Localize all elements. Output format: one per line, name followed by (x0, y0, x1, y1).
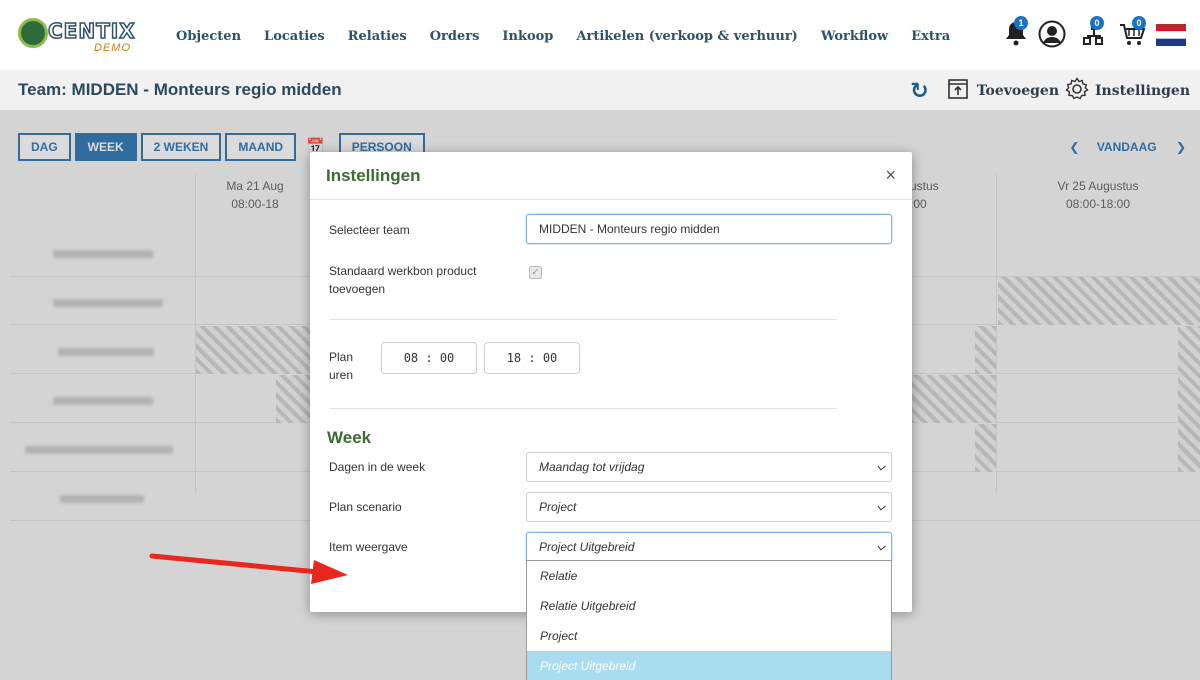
team-input[interactable]: MIDDEN - Monteurs regio midden (526, 214, 892, 244)
add-icon[interactable] (947, 78, 969, 105)
team-badge: 0 (1090, 16, 1104, 30)
nav-orders[interactable]: Orders (430, 29, 480, 44)
main-menu: Objecten Locaties Relaties Orders Inkoop… (176, 29, 973, 44)
product-label: Standaard werkbon product toevoegen (329, 264, 477, 296)
top-navigation: CENTIX DEMO Objecten Locaties Relaties O… (0, 0, 1200, 70)
netherlands-flag-icon[interactable] (1156, 24, 1186, 51)
days-select-value: Maandag tot vrijdag (539, 460, 645, 474)
end-time-input[interactable]: 18 : 00 (484, 342, 580, 374)
nav-extra[interactable]: Extra (911, 29, 950, 44)
start-time-input[interactable]: 08 : 00 (381, 342, 477, 374)
option-relatie-uitgebreid[interactable]: Relatie Uitgebreid (527, 591, 891, 621)
close-icon[interactable]: × (885, 165, 896, 186)
add-button[interactable]: Toevoegen (977, 83, 1059, 99)
page-header: Team: MIDDEN - Monteurs regio midden ↻ T… (0, 70, 1200, 110)
team-icon[interactable]: 0 (1082, 16, 1106, 53)
bell-icon[interactable]: 1 (1004, 16, 1028, 51)
hours-label-line2: uren (329, 368, 354, 382)
scenario-select[interactable]: Project ⌵ (526, 492, 892, 522)
annotation-arrow-icon (149, 553, 348, 584)
user-icon[interactable] (1038, 20, 1066, 53)
bell-badge: 1 (1014, 16, 1028, 30)
gear-icon[interactable] (1065, 76, 1089, 106)
display-select[interactable]: Project Uitgebreid ⌵ (526, 532, 892, 562)
chevron-down-icon: ⌵ (876, 541, 885, 553)
logo-sub: DEMO (94, 42, 131, 54)
nav-icons: 1 0 0 (992, 16, 1192, 53)
nav-locaties[interactable]: Locaties (264, 29, 325, 44)
settings-modal: Instellingen × Selecteer team MIDDEN - M… (310, 152, 912, 612)
cart-badge: 0 (1132, 16, 1146, 30)
nav-inkoop[interactable]: Inkoop (502, 29, 553, 44)
team-label: Selecteer team (329, 223, 410, 237)
divider (329, 408, 837, 409)
refresh-icon[interactable]: ↻ (910, 78, 928, 104)
nav-objecten[interactable]: Objecten (176, 29, 241, 44)
product-checkbox[interactable]: ✓ (529, 266, 542, 279)
days-select[interactable]: Maandag tot vrijdag ⌵ (526, 452, 892, 482)
modal-title: Instellingen (326, 166, 421, 185)
scenario-select-value: Project (539, 500, 577, 514)
hours-label-line1: Plan (329, 350, 354, 364)
days-label: Dagen in de week (329, 460, 426, 474)
logo-circle (18, 18, 48, 48)
modal-header: Instellingen × (310, 152, 912, 200)
display-dropdown-list: Relatie Relatie Uitgebreid Project Proje… (526, 560, 892, 680)
cart-icon[interactable]: 0 (1118, 16, 1146, 53)
logo-text: CENTIX (47, 18, 136, 44)
hours-label: Plan uren (329, 348, 353, 384)
option-project-uitgebreid[interactable]: Project Uitgebreid (527, 651, 891, 680)
week-section-title: Week (327, 428, 372, 447)
nav-workflow[interactable]: Workflow (821, 29, 888, 44)
chevron-down-icon: ⌵ (876, 501, 885, 513)
settings-button[interactable]: Instellingen (1095, 83, 1190, 99)
centix-logo[interactable]: CENTIX DEMO (12, 14, 142, 56)
header-actions: ↻ Toevoegen Instellingen (910, 76, 1196, 106)
divider (329, 319, 837, 320)
display-select-value: Project Uitgebreid (539, 540, 635, 554)
option-project[interactable]: Project (527, 621, 891, 651)
scenario-label: Plan scenario (329, 500, 402, 514)
option-relatie[interactable]: Relatie (527, 561, 891, 591)
page-title: Team: MIDDEN - Monteurs regio midden (18, 80, 342, 99)
chevron-down-icon: ⌵ (876, 461, 885, 473)
nav-relaties[interactable]: Relaties (348, 29, 407, 44)
nav-artikelen[interactable]: Artikelen (verkoop & verhuur) (576, 29, 797, 44)
